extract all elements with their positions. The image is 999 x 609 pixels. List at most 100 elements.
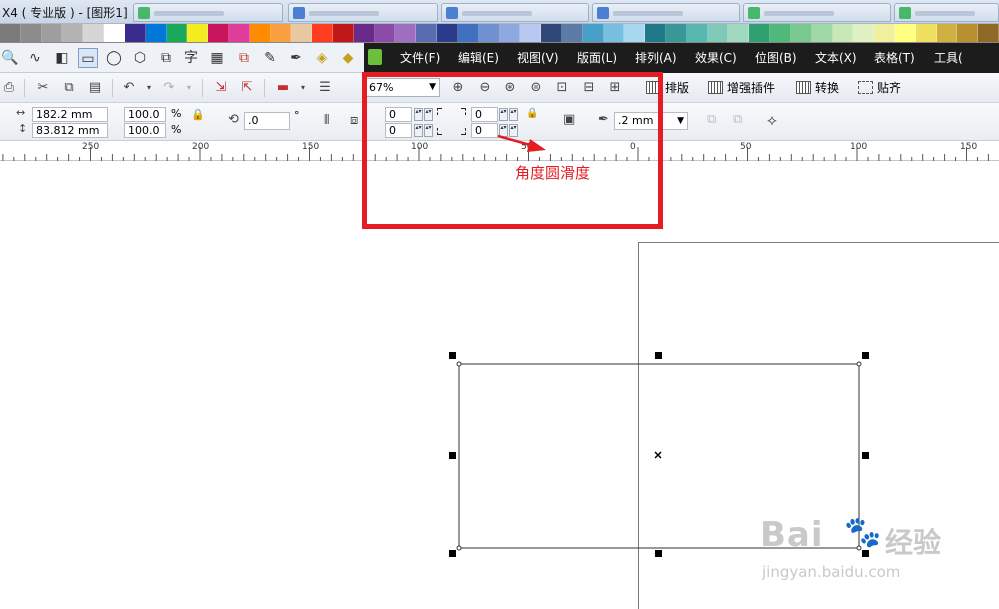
- palette-swatch[interactable]: [541, 24, 562, 42]
- palette-swatch[interactable]: [686, 24, 708, 42]
- to-front-icon[interactable]: ⧉: [707, 112, 716, 127]
- selection-handle[interactable]: [655, 550, 662, 557]
- fill-icon[interactable]: ◈: [312, 48, 332, 68]
- palette-swatch[interactable]: [228, 24, 250, 42]
- palette-swatch[interactable]: [582, 24, 604, 42]
- palette-swatch[interactable]: [478, 24, 500, 42]
- copy-icon[interactable]: ⧉: [60, 79, 78, 97]
- menu-layout[interactable]: 版面(L): [577, 49, 617, 66]
- palette-swatch[interactable]: [728, 24, 750, 42]
- menu-effects[interactable]: 效果(C): [695, 49, 737, 66]
- palette-swatch[interactable]: [437, 24, 458, 42]
- scale-x-field[interactable]: 100.0: [124, 107, 166, 122]
- to-back-icon[interactable]: ⧉: [733, 112, 742, 127]
- palette-swatch[interactable]: [624, 24, 646, 42]
- palette-swatch[interactable]: [645, 24, 666, 42]
- freehand-icon[interactable]: ∿: [25, 48, 45, 68]
- object-height-field[interactable]: 83.812 mm: [32, 123, 108, 138]
- palette-swatch[interactable]: [561, 24, 583, 42]
- snap-to-button[interactable]: 贴齐: [858, 79, 901, 96]
- corner-node[interactable]: [456, 361, 462, 367]
- palette-swatch[interactable]: [270, 24, 292, 42]
- menu-arrange[interactable]: 排列(A): [635, 49, 677, 66]
- palette-swatch[interactable]: [395, 24, 417, 42]
- cut-icon[interactable]: ✂: [34, 79, 52, 97]
- selection-handle[interactable]: [449, 352, 456, 359]
- undo-dropdown-icon[interactable]: ▾: [140, 79, 158, 97]
- menu-view[interactable]: 视图(V): [517, 49, 559, 66]
- application-launcher-icon[interactable]: ▬: [274, 79, 292, 97]
- palette-swatch[interactable]: [104, 24, 125, 42]
- palette-swatch[interactable]: [312, 24, 333, 42]
- selection-handle[interactable]: [449, 550, 456, 557]
- palette-swatch[interactable]: [749, 24, 771, 42]
- palette-swatch[interactable]: [666, 24, 687, 42]
- polygon-icon[interactable]: ⬡: [130, 48, 150, 68]
- paste-icon[interactable]: ▤: [86, 79, 104, 97]
- palette-swatch[interactable]: [457, 24, 479, 42]
- palette-swatch[interactable]: [20, 24, 42, 42]
- palette-swatch[interactable]: [853, 24, 875, 42]
- browser-tab[interactable]: [441, 3, 589, 22]
- palette-swatch[interactable]: [707, 24, 729, 42]
- browser-tab[interactable]: [743, 3, 891, 22]
- palette-swatch[interactable]: [957, 24, 979, 42]
- print-icon[interactable]: ⎙: [0, 79, 18, 97]
- smart-fill-icon[interactable]: ◧: [52, 48, 72, 68]
- selection-handle[interactable]: [449, 452, 456, 459]
- plugin-enhance-button[interactable]: 增强插件: [708, 79, 775, 96]
- browser-tab[interactable]: [133, 3, 283, 22]
- basic-shapes-icon[interactable]: ⧉: [156, 48, 176, 68]
- redo-icon[interactable]: ↷: [160, 79, 178, 97]
- import-icon[interactable]: ⇲: [212, 79, 230, 97]
- interactive-fill-icon[interactable]: ◆: [338, 48, 358, 68]
- palette-swatch[interactable]: [894, 24, 916, 42]
- palette-swatch[interactable]: [0, 24, 21, 42]
- palette-swatch[interactable]: [83, 24, 105, 42]
- selection-handle[interactable]: [862, 352, 869, 359]
- palette-swatch[interactable]: [978, 24, 999, 42]
- selection-handle[interactable]: [655, 352, 662, 359]
- outline-pen-icon[interactable]: ✒: [286, 48, 306, 68]
- zoom-icon[interactable]: 🔍: [0, 48, 20, 68]
- blend-icon[interactable]: ⧉: [234, 48, 254, 68]
- menu-tools[interactable]: 工具(: [934, 49, 963, 66]
- palette-swatch[interactable]: [499, 24, 521, 42]
- launcher-dropdown-icon[interactable]: ▾: [294, 79, 312, 97]
- palette-swatch[interactable]: [790, 24, 812, 42]
- corner-node[interactable]: [856, 361, 862, 367]
- palette-swatch[interactable]: [187, 24, 209, 42]
- mirror-horizontal-icon[interactable]: ⫴: [324, 113, 329, 128]
- browser-tab[interactable]: [288, 3, 438, 22]
- palette-swatch[interactable]: [145, 24, 167, 42]
- corner-node[interactable]: [456, 545, 462, 551]
- menu-table[interactable]: 表格(T): [874, 49, 915, 66]
- table-icon[interactable]: ▦: [207, 48, 227, 68]
- convert-to-curves-icon[interactable]: ⟡: [767, 111, 777, 129]
- palette-swatch[interactable]: [166, 24, 188, 42]
- mirror-vertical-icon[interactable]: ⧈: [350, 113, 358, 128]
- browser-tab[interactable]: [592, 3, 740, 22]
- welcome-screen-icon[interactable]: ☰: [316, 79, 334, 97]
- palette-swatch[interactable]: [416, 24, 438, 42]
- menu-text[interactable]: 文本(X): [815, 49, 857, 66]
- selection-handle[interactable]: [862, 452, 869, 459]
- palette-swatch[interactable]: [374, 24, 396, 42]
- redo-dropdown-icon[interactable]: ▾: [180, 79, 198, 97]
- browser-tab[interactable]: [894, 3, 999, 22]
- palette-swatch[interactable]: [936, 24, 958, 42]
- palette-swatch[interactable]: [62, 24, 84, 42]
- palette-swatch[interactable]: [874, 24, 895, 42]
- rotation-angle-field[interactable]: .0: [244, 112, 290, 130]
- menu-bitmaps[interactable]: 位图(B): [755, 49, 797, 66]
- rectangle-tool-button[interactable]: ▭: [78, 48, 98, 68]
- ellipse-icon[interactable]: ◯: [104, 48, 124, 68]
- text-tool-button[interactable]: 字: [181, 48, 201, 68]
- palette-swatch[interactable]: [832, 24, 854, 42]
- palette-swatch[interactable]: [811, 24, 833, 42]
- palette-swatch[interactable]: [770, 24, 791, 42]
- palette-swatch[interactable]: [124, 24, 146, 42]
- palette-swatch[interactable]: [520, 24, 542, 42]
- eyedropper-icon[interactable]: ✎: [260, 48, 280, 68]
- palette-swatch[interactable]: [915, 24, 937, 42]
